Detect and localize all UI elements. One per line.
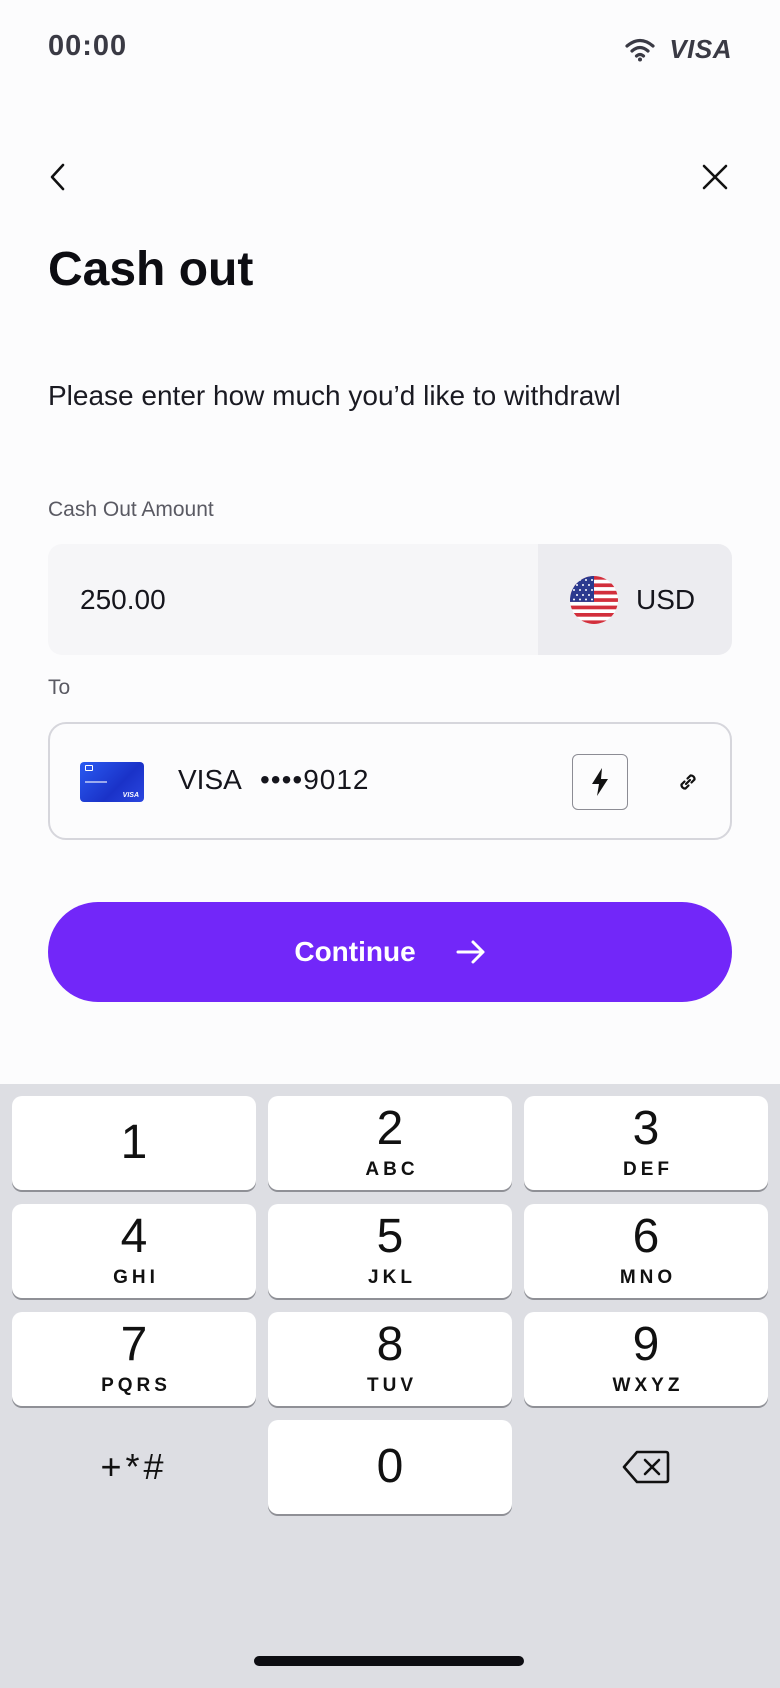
key-letters: DEF: [623, 1159, 673, 1180]
carrier-label: VISA: [669, 34, 732, 64]
home-indicator[interactable]: [254, 1656, 524, 1666]
key-8[interactable]: 8 TUV: [268, 1312, 512, 1406]
key-letters: PQRS: [101, 1375, 171, 1396]
lightning-icon: [592, 768, 608, 796]
backspace-icon: [622, 1450, 670, 1484]
symbols-label: +*#: [100, 1446, 168, 1487]
instant-transfer-button[interactable]: [572, 754, 628, 810]
close-icon: [702, 164, 728, 190]
status-indicators: VISA: [625, 34, 732, 65]
key-backspace[interactable]: [524, 1420, 768, 1514]
back-button[interactable]: [44, 160, 74, 194]
key-digit: 2: [376, 1102, 404, 1155]
key-digit: 7: [120, 1318, 148, 1371]
key-4[interactable]: 4 GHI: [12, 1204, 256, 1298]
wifi-icon: [625, 38, 655, 61]
key-digit: 5: [376, 1210, 404, 1263]
key-0[interactable]: 0: [268, 1420, 512, 1514]
amount-label: Cash Out Amount: [48, 498, 214, 521]
key-letters: GHI: [113, 1267, 159, 1288]
key-digit: 1: [120, 1116, 148, 1169]
key-digit: 8: [376, 1318, 404, 1371]
key-digit: 9: [632, 1318, 660, 1371]
key-3[interactable]: 3 DEF: [524, 1096, 768, 1190]
key-5[interactable]: 5 JKL: [268, 1204, 512, 1298]
key-letters: TUV: [367, 1375, 417, 1396]
amount-input[interactable]: 250.00: [48, 544, 538, 655]
link-card-button[interactable]: [670, 764, 706, 800]
key-symbols[interactable]: +*#: [12, 1420, 256, 1514]
card-thumbnail-brand: VISA: [122, 792, 139, 799]
card-holder-line: [85, 781, 107, 783]
card-thumbnail: VISA: [80, 762, 144, 802]
key-letters: ABC: [365, 1159, 419, 1180]
currency-code: USD: [636, 583, 696, 615]
destination-label: To: [48, 676, 71, 699]
bank-icon: [85, 765, 93, 771]
arrow-right-icon: [456, 940, 485, 964]
key-1[interactable]: 1: [12, 1096, 256, 1190]
continue-label: Continue: [294, 936, 416, 967]
key-7[interactable]: 7 PQRS: [12, 1312, 256, 1406]
amount-field: 250.00 USD: [48, 544, 732, 655]
continue-button[interactable]: Continue: [48, 902, 732, 1002]
numeric-keypad: 1 2 ABC 3 DEF 4 GHI 5 JKL 6 MNO 7 PQRS 8…: [0, 1084, 780, 1688]
key-2[interactable]: 2 ABC: [268, 1096, 512, 1190]
us-flag-icon: [570, 575, 618, 624]
page-title: Cash out: [48, 243, 254, 296]
instruction-text: Please enter how much you’d like to with…: [48, 380, 621, 411]
key-letters: JKL: [368, 1267, 416, 1288]
card-brand: VISA: [178, 764, 242, 795]
chevron-left-icon: [50, 163, 65, 191]
card-number: ••••9012: [260, 764, 370, 795]
key-6[interactable]: 6 MNO: [524, 1204, 768, 1298]
key-letters: MNO: [619, 1267, 677, 1288]
close-button[interactable]: [700, 162, 730, 192]
destination-card-selector[interactable]: VISA VISA ••••9012: [48, 722, 732, 840]
key-digit: 4: [120, 1210, 148, 1263]
key-digit: 6: [632, 1210, 660, 1263]
currency-selector[interactable]: USD: [538, 544, 732, 655]
key-digit: 3: [632, 1102, 660, 1155]
status-time: 00:00: [48, 30, 128, 62]
key-letters: WXYZ: [612, 1375, 684, 1396]
key-9[interactable]: 9 WXYZ: [524, 1312, 768, 1406]
link-icon: [680, 774, 696, 790]
cash-out-screen: 00:00 VISA Cash out Please enter how muc…: [0, 0, 780, 1688]
key-digit: 0: [376, 1440, 404, 1493]
